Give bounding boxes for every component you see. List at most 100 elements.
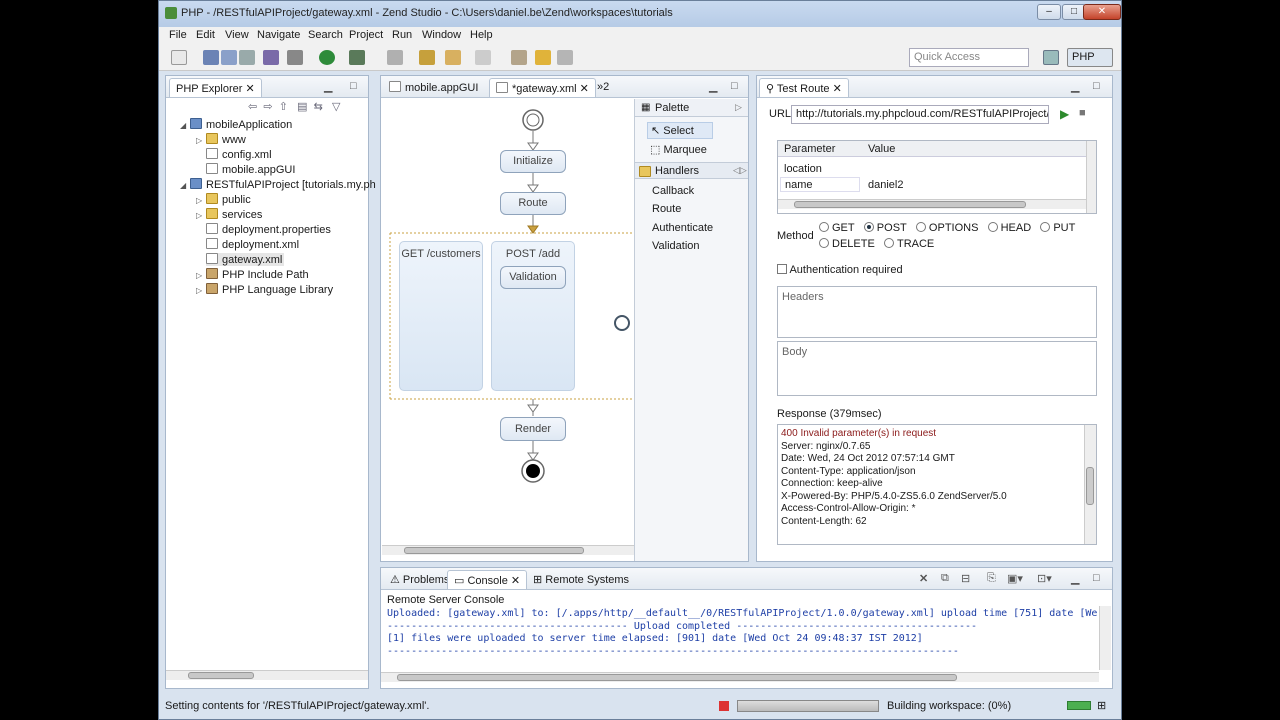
palette-marquee-tool[interactable]: ⬚ Marquee [650, 143, 707, 156]
maximize-view-icon[interactable]: □ [1093, 572, 1100, 584]
param-name-cell[interactable]: location [784, 163, 822, 175]
clear-console-icon[interactable]: ✕ [919, 572, 928, 585]
new-icon[interactable] [171, 50, 187, 65]
collapse-all-icon[interactable]: ▤ [297, 101, 307, 113]
minimize-view-icon[interactable]: ▁ [1071, 80, 1079, 93]
handlers-drawer-header[interactable]: Handlers ◁▷ [635, 162, 748, 179]
menu-window[interactable]: Window [422, 29, 461, 41]
maximize-view-icon[interactable]: □ [1093, 80, 1100, 92]
palette-select-tool[interactable]: ↖ Select [647, 122, 713, 139]
palette-callback-handler[interactable]: Callback [652, 185, 694, 197]
flow-diagram-canvas[interactable]: Initialize Route GET /customers POST /ad… [382, 99, 634, 549]
close-icon[interactable]: ✕ [577, 83, 589, 95]
print-icon[interactable] [239, 50, 255, 65]
lightbulb-icon[interactable] [535, 50, 551, 65]
palette-validation-handler[interactable]: Validation [652, 240, 700, 252]
minimize-view-icon[interactable]: ▁ [324, 80, 332, 93]
menu-navigate[interactable]: Navigate [257, 29, 300, 41]
method-head-radio[interactable]: HEAD [987, 222, 1031, 234]
scrollbar-thumb[interactable] [188, 672, 254, 679]
tree-item-public[interactable]: ▷ public [196, 193, 251, 206]
tab-problems[interactable]: ⚠ Problems [384, 570, 455, 589]
stop-build-icon[interactable] [719, 701, 729, 711]
tab-console[interactable]: ▭ Console ✕ [447, 570, 528, 589]
connection-handle-icon[interactable] [614, 315, 630, 331]
menu-edit[interactable]: Edit [196, 29, 215, 41]
tree-item-config-xml[interactable]: config.xml [206, 148, 272, 161]
new-console-icon[interactable]: ⊡▾ [1037, 572, 1052, 585]
collapsed-chevron-icon[interactable]: ▷ [196, 271, 206, 280]
view-menu-chevron-icon[interactable]: ▽ [332, 101, 340, 113]
minimize-view-icon[interactable]: ▁ [709, 80, 717, 93]
scrollbar-thumb[interactable] [794, 201, 1026, 208]
menu-file[interactable]: File [169, 29, 187, 41]
method-put-radio[interactable]: PUT [1040, 222, 1075, 234]
response-output[interactable]: 400 Invalid parameter(s) in request Serv… [777, 424, 1097, 545]
method-post-radio[interactable]: POST [863, 222, 907, 234]
settings-gear-icon[interactable] [287, 50, 303, 65]
palette-authenticate-handler[interactable]: Authenticate [652, 222, 713, 234]
expanded-chevron-icon[interactable]: ◢ [180, 181, 190, 190]
body-textarea[interactable]: Body [777, 341, 1097, 396]
tree-item-deployment-properties[interactable]: deployment.properties [206, 223, 331, 236]
collapsed-chevron-icon[interactable]: ▷ [196, 196, 206, 205]
close-window-button[interactable]: ✕ [1083, 4, 1121, 20]
progress-view-icon[interactable]: ⊞ [1097, 699, 1106, 712]
forward-nav-icon[interactable] [475, 50, 491, 65]
maximize-view-icon[interactable]: □ [731, 80, 738, 92]
edit-tool-icon[interactable] [419, 50, 435, 65]
render-node[interactable]: Render [500, 417, 566, 441]
initialize-node[interactable]: Initialize [500, 150, 566, 173]
php-perspective-button[interactable]: PHP [1067, 48, 1113, 67]
debug-tool-icon[interactable] [263, 50, 279, 65]
menu-search[interactable]: Search [308, 29, 343, 41]
tree-item-mobileapplication[interactable]: ◢ mobileApplication [180, 118, 292, 131]
stop-icon[interactable]: ■ [1079, 107, 1086, 119]
close-icon[interactable]: ✕ [508, 575, 520, 587]
tree-item-services[interactable]: ▷ services [196, 208, 262, 221]
menu-view[interactable]: View [225, 29, 249, 41]
tree-item-restfulapiproject[interactable]: ◢ RESTfulAPIProject [tutorials.my.ph [180, 178, 376, 191]
explorer-horizontal-scrollbar[interactable] [166, 670, 368, 680]
method-trace-radio[interactable]: TRACE [883, 238, 934, 250]
params-vertical-scrollbar[interactable] [1086, 141, 1096, 213]
save-icon[interactable] [203, 50, 219, 65]
param-value-cell[interactable]: daniel2 [868, 179, 903, 191]
scroll-lock-icon[interactable]: ⧉ [941, 572, 949, 585]
forward-arrow-icon[interactable]: ⇨ [263, 101, 272, 113]
method-get-radio[interactable]: GET [819, 222, 855, 234]
save-all-icon[interactable] [221, 50, 237, 65]
console-output[interactable]: Uploaded: [gateway.xml] to: [/.apps/http… [387, 608, 1097, 668]
back-nav-icon[interactable] [445, 50, 461, 65]
scrollbar-thumb[interactable] [1086, 467, 1094, 505]
open-perspective-icon[interactable] [1043, 50, 1059, 65]
tab-mobile-appgui[interactable]: mobile.appGUI [383, 78, 484, 97]
menu-run[interactable]: Run [392, 29, 412, 41]
close-icon[interactable]: ✕ [830, 83, 842, 95]
tree-item-www[interactable]: ▷ www [196, 133, 246, 146]
method-delete-radio[interactable]: DELETE [819, 238, 875, 250]
console-vertical-scrollbar[interactable] [1099, 606, 1111, 670]
pin-console-icon[interactable]: ⊟ [961, 572, 970, 585]
editor-horizontal-scrollbar[interactable] [382, 545, 634, 555]
url-input[interactable]: http://tutorials.my.phpcloud.com/RESTful… [791, 105, 1049, 124]
tree-item-php-language-library[interactable]: ▷ PHP Language Library [196, 283, 333, 296]
route-node[interactable]: Route [500, 192, 566, 215]
plugin-icon[interactable] [557, 50, 573, 65]
response-vertical-scrollbar[interactable] [1084, 425, 1096, 544]
tab-test-route[interactable]: ⚲ Test Route ✕ [759, 78, 849, 97]
tab-gateway-xml[interactable]: *gateway.xml ✕ [489, 78, 596, 97]
link-editor-icon[interactable]: ⇆ [314, 101, 323, 113]
console-horizontal-scrollbar[interactable] [381, 672, 1099, 682]
tab-php-explorer[interactable]: PHP Explorer ✕ [169, 78, 262, 97]
tab-remote-systems[interactable]: ⊞ Remote Systems [527, 570, 635, 589]
tree-item-php-include-path[interactable]: ▷ PHP Include Path [196, 268, 309, 281]
search-tool-icon[interactable] [387, 50, 403, 65]
tab-overflow[interactable]: »2 [591, 78, 615, 97]
menu-help[interactable]: Help [470, 29, 493, 41]
up-folder-icon[interactable]: ⇧ [279, 101, 288, 113]
collapsed-chevron-icon[interactable]: ▷ [196, 211, 206, 220]
open-task-icon[interactable] [511, 50, 527, 65]
tree-item-deployment-xml[interactable]: deployment.xml [206, 238, 299, 251]
run-test-icon[interactable]: ▶ [1060, 107, 1069, 121]
